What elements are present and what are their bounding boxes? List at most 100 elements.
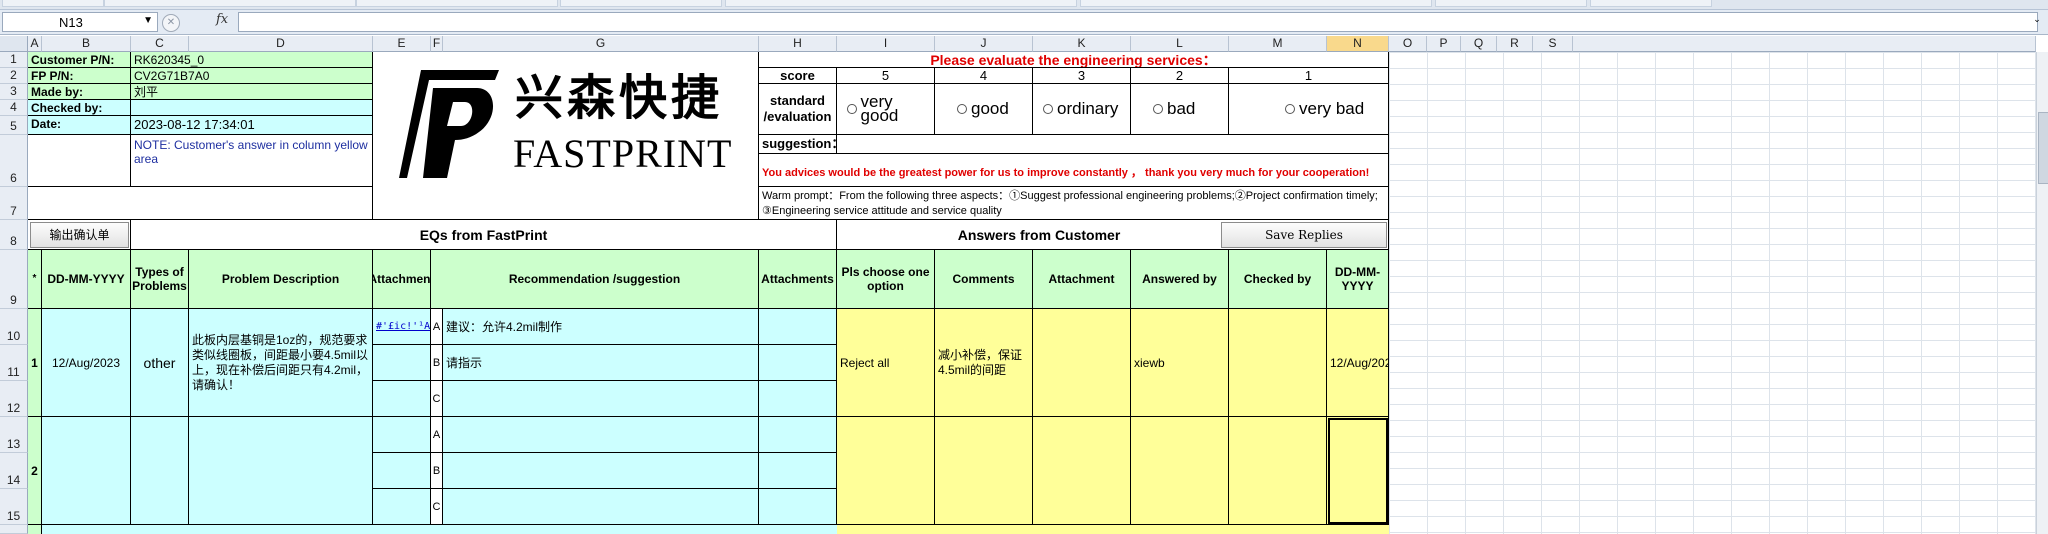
blank-row-7[interactable] <box>28 187 373 220</box>
column-header-q[interactable]: Q <box>1461 36 1497 52</box>
column-header-p[interactable]: P <box>1427 36 1461 52</box>
radio-icon[interactable] <box>1285 104 1295 114</box>
row-header-10[interactable]: 10 <box>0 309 28 345</box>
option-very-bad[interactable]: very bad <box>1229 84 1389 135</box>
cancel-icon[interactable]: ✕ <box>162 14 180 32</box>
row-header-11[interactable]: 11 <box>0 345 28 381</box>
row-header-5[interactable]: 5 <box>0 116 28 135</box>
column-header-n[interactable]: N <box>1327 36 1389 52</box>
answer-comments[interactable] <box>935 417 1033 525</box>
row-header-9[interactable]: 9 <box>0 250 28 309</box>
column-header-l[interactable]: L <box>1131 36 1229 52</box>
eq-attachment-cell[interactable] <box>373 345 431 381</box>
eq-attachment-cell[interactable] <box>373 489 431 525</box>
eq-problem[interactable] <box>189 417 373 525</box>
checked-by[interactable] <box>1229 309 1327 417</box>
date-value[interactable]: 2023-08-12 17:34:01 <box>131 116 373 135</box>
row-header-8[interactable]: 8 <box>0 220 28 250</box>
row-header-6[interactable]: 6 <box>0 135 28 187</box>
fp-pn-value[interactable]: CV2G71B7A0 <box>131 68 373 84</box>
eq-attachments-cell[interactable] <box>759 381 837 417</box>
option-text[interactable] <box>443 381 759 417</box>
radio-icon[interactable] <box>1153 104 1163 114</box>
eq-attachment-link[interactable]: #'£ic!'¹A1 <box>373 309 431 345</box>
scrollbar-thumb[interactable] <box>2038 112 2048 184</box>
column-header-g[interactable]: G <box>443 36 759 52</box>
formula-input[interactable] <box>238 12 2038 32</box>
vertical-scrollbar[interactable] <box>2036 52 2048 534</box>
checked-by[interactable] <box>1229 417 1327 525</box>
answered-by[interactable]: xiewb <box>1131 309 1229 417</box>
export-button[interactable]: 输出确认单 <box>30 222 129 248</box>
column-header-e[interactable]: E <box>373 36 431 52</box>
column-header-i[interactable]: I <box>837 36 935 52</box>
eq-date[interactable]: 12/Aug/2023 <box>42 309 131 417</box>
option-text[interactable] <box>443 453 759 489</box>
insert-function-button[interactable]: fx <box>216 12 228 27</box>
eq-attachments-cell[interactable] <box>759 489 837 525</box>
option-bad[interactable]: bad <box>1131 84 1229 135</box>
row-header-13[interactable]: 13 <box>0 417 28 453</box>
attachment-link[interactable]: #'£ic!'¹A1 <box>376 321 430 332</box>
row-header-14[interactable]: 14 <box>0 453 28 489</box>
chevron-down-icon[interactable]: ⌄ <box>2030 14 2044 28</box>
made-by-value[interactable]: 刘平 <box>131 84 373 100</box>
eq-attachments-cell[interactable] <box>759 345 837 381</box>
row-header-2[interactable]: 2 <box>0 68 28 84</box>
row-header-12[interactable]: 12 <box>0 381 28 417</box>
save-replies-button[interactable]: Save Replies <box>1221 222 1387 248</box>
column-header-f[interactable]: F <box>431 36 443 52</box>
eq-problem[interactable]: 此板内层基铜是1oz的，规范要求类似线圈板，间距最小要4.5mil以上，现在补偿… <box>189 309 373 417</box>
column-header-b[interactable]: B <box>42 36 131 52</box>
radio-icon[interactable] <box>1043 104 1053 114</box>
eq-attachment-cell[interactable] <box>373 381 431 417</box>
option-good[interactable]: good <box>935 84 1033 135</box>
column-header-d[interactable]: D <box>189 36 373 52</box>
column-header-s[interactable]: S <box>1533 36 1573 52</box>
answer-date-selected[interactable] <box>1327 417 1389 525</box>
answered-by[interactable] <box>1131 417 1229 525</box>
option-ordinary[interactable]: ordinary <box>1033 84 1131 135</box>
radio-icon[interactable] <box>957 104 967 114</box>
column-header-k[interactable]: K <box>1033 36 1131 52</box>
option-text[interactable] <box>443 489 759 525</box>
option-text[interactable] <box>443 417 759 453</box>
answer-attachment[interactable] <box>1033 417 1131 525</box>
column-header-r[interactable]: R <box>1497 36 1533 52</box>
row-header-3[interactable]: 3 <box>0 84 28 100</box>
checked-by-value[interactable] <box>131 100 373 116</box>
eq-type[interactable] <box>131 417 189 525</box>
answer-date[interactable]: 12/Aug/2023 <box>1327 309 1389 417</box>
column-header-c[interactable]: C <box>131 36 189 52</box>
row-header-4[interactable]: 4 <box>0 100 28 116</box>
eq-attachment-cell[interactable] <box>373 417 431 453</box>
blank-cell[interactable] <box>28 135 131 187</box>
row-header-15[interactable]: 15 <box>0 489 28 525</box>
answer-choice[interactable] <box>837 417 935 525</box>
option-text[interactable]: 请指示 <box>443 345 759 381</box>
suggestion-input[interactable] <box>837 135 1389 154</box>
column-header-j[interactable]: J <box>935 36 1033 52</box>
eq-type[interactable]: other <box>131 309 189 417</box>
answer-attachment[interactable] <box>1033 309 1131 417</box>
eq-attachments-cell[interactable] <box>759 417 837 453</box>
eq-attachments-cell[interactable] <box>759 453 837 489</box>
column-header-a[interactable]: A <box>28 36 42 52</box>
column-header-o[interactable]: O <box>1389 36 1427 52</box>
row-header-1[interactable]: 1 <box>0 52 28 68</box>
name-box[interactable]: N13 ▼ <box>2 12 158 32</box>
column-header-m[interactable]: M <box>1229 36 1327 52</box>
option-very-good[interactable]: very good <box>837 84 935 135</box>
eq-attachment-cell[interactable] <box>373 453 431 489</box>
column-header-h[interactable]: H <box>759 36 837 52</box>
select-all-corner[interactable] <box>0 36 28 52</box>
customer-pn-value[interactable]: RK620345_0 <box>131 52 373 68</box>
eq-attachments-cell[interactable] <box>759 309 837 345</box>
answer-comments[interactable]: 减小补偿，保证4.5mil的间距 <box>935 309 1033 417</box>
eq-date[interactable] <box>42 417 131 525</box>
chevron-down-icon[interactable]: ▼ <box>143 15 153 26</box>
row-header-7[interactable]: 7 <box>0 187 28 220</box>
answer-choice[interactable]: Reject all <box>837 309 935 417</box>
radio-icon[interactable] <box>847 104 857 114</box>
option-text[interactable]: 建议：允许4.2mil制作 <box>443 309 759 345</box>
